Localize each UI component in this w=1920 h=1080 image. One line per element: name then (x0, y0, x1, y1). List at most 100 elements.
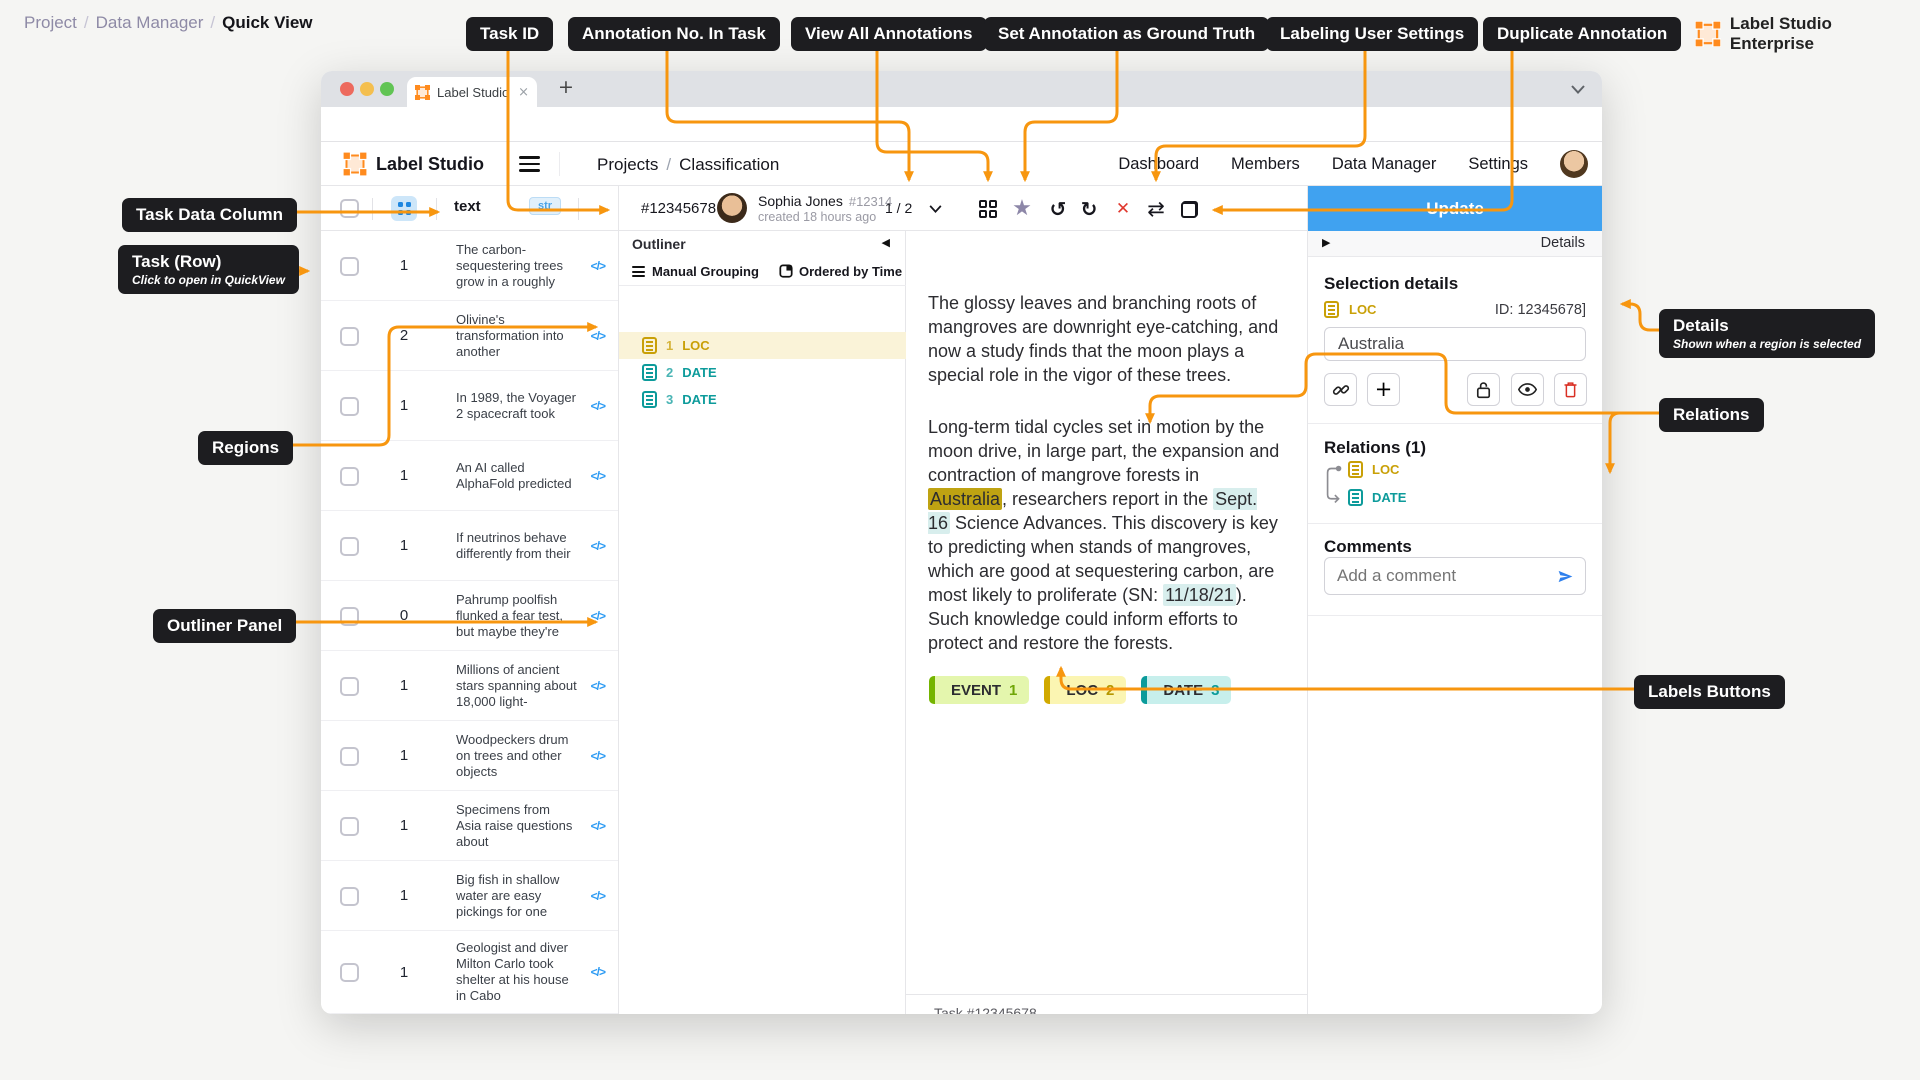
outliner-toolbar: Manual Grouping Ordered by Time (619, 256, 906, 286)
row-checkbox[interactable] (340, 607, 359, 626)
lock-region-button[interactable] (1467, 373, 1500, 406)
hamburger-menu-icon[interactable] (519, 156, 540, 172)
row-checkbox[interactable] (340, 747, 359, 766)
link-region-button[interactable] (1324, 373, 1357, 406)
comment-box[interactable] (1324, 557, 1586, 595)
callout-task-id: Task ID (466, 17, 553, 51)
row-checkbox[interactable] (340, 397, 359, 416)
add-relation-button[interactable]: + (1367, 373, 1400, 406)
window-zoom-button[interactable] (380, 82, 394, 96)
tab-strip-chevron-down-icon[interactable] (1571, 85, 1585, 94)
tab-close-icon[interactable]: × (518, 86, 529, 99)
label-button-event[interactable]: EVENT 1 (929, 676, 1029, 704)
connector-relations-branch (1610, 413, 1620, 472)
ordering-selector[interactable]: Ordered by Time (799, 264, 902, 279)
send-comment-icon[interactable] (1558, 568, 1573, 585)
table-row[interactable]: 0 Pahrump poolfish flunked a fear test, … (321, 581, 618, 651)
callout-duplicate-annotation: Duplicate Annotation (1483, 17, 1681, 51)
select-all-checkbox[interactable] (340, 199, 359, 218)
table-row[interactable]: 1 Woodpeckers drum on trees and other ob… (321, 721, 618, 791)
nav-item-members[interactable]: Members (1231, 155, 1300, 174)
table-row[interactable]: 1 In 1989, the Voyager 2 spacecraft took… (321, 371, 618, 441)
comments-title: Comments (1324, 537, 1412, 557)
swap-arrows-icon[interactable]: ⇄ (1144, 197, 1168, 221)
label-studio-logo-icon (343, 152, 367, 176)
details-expand-icon[interactable]: ▶ (1322, 237, 1330, 248)
label-button-date[interactable]: DATE 3 (1141, 676, 1231, 704)
row-checkbox[interactable] (340, 677, 359, 696)
row-checkbox[interactable] (340, 963, 359, 982)
annotation-pager-chevron-down-icon[interactable] (929, 205, 942, 213)
row-checkbox[interactable] (340, 887, 359, 906)
text-column-header[interactable]: text (454, 198, 481, 215)
annotations-column-icon[interactable] (391, 196, 417, 221)
selected-region-id: ID: 12345678] (1495, 302, 1586, 318)
region-item-loc[interactable]: 1 LOC (619, 332, 906, 359)
app-nav: Dashboard Members Data Manager Settings (1118, 142, 1588, 186)
browser-tab[interactable]: Label Studio × (407, 77, 537, 107)
app-breadcrumb-projects[interactable]: Projects (597, 155, 658, 174)
callout-labels-buttons: Labels Buttons (1634, 675, 1785, 709)
reject-x-icon[interactable]: ✕ (1111, 197, 1135, 221)
breadcrumb-project[interactable]: Project (24, 13, 77, 32)
row-checkbox[interactable] (340, 817, 359, 836)
row-text: Geologist and diver Milton Carlo took sh… (456, 940, 578, 1004)
undo-icon[interactable]: ↺ (1046, 197, 1070, 221)
window-close-button[interactable] (340, 82, 354, 96)
nav-item-settings[interactable]: Settings (1468, 155, 1528, 174)
hide-region-button[interactable] (1511, 373, 1544, 406)
row-checkbox[interactable] (340, 537, 359, 556)
nav-item-data-manager[interactable]: Data Manager (1332, 155, 1437, 174)
task-footer-label: Task #12345678 (934, 1005, 1037, 1014)
breadcrumb-data-manager[interactable]: Data Manager (96, 13, 204, 32)
new-tab-icon[interactable]: + (558, 78, 574, 97)
table-row[interactable]: 1 An AI called AlphaFold predicted </> (321, 441, 618, 511)
user-avatar[interactable] (1560, 150, 1588, 178)
region-icon (1324, 301, 1339, 318)
comment-input[interactable] (1337, 566, 1558, 586)
row-checkbox[interactable] (340, 257, 359, 276)
table-row[interactable]: 1 Geologist and diver Milton Carlo took … (321, 931, 618, 1014)
region-icon (642, 337, 657, 354)
region-icon (1348, 489, 1363, 506)
outliner-collapse-icon[interactable]: ◀ (882, 237, 890, 248)
app-brand[interactable]: Label Studio (376, 154, 484, 175)
table-row[interactable]: 2 Olivine's transformation into another … (321, 301, 618, 371)
relation-to-item[interactable]: DATE (1348, 489, 1406, 506)
region-icon (642, 391, 657, 408)
table-row[interactable]: 1 The carbon-sequestering trees grow in … (321, 231, 618, 301)
row-annotation-count: 0 (387, 581, 421, 651)
grouping-selector[interactable]: Manual Grouping (652, 264, 759, 279)
ground-truth-star-icon[interactable]: ★ (1010, 197, 1034, 221)
table-row[interactable]: 1 Specimens from Asia raise questions ab… (321, 791, 618, 861)
region-item-date[interactable]: 2 DATE (619, 359, 906, 386)
browser-window: Label Studio × + ← → ↻ app.heartex.com/p… (321, 71, 1602, 1014)
duplicate-annotation-icon[interactable] (1177, 197, 1201, 221)
region-item-date[interactable]: 3 DATE (619, 386, 906, 413)
code-icon: </> (591, 679, 605, 693)
relation-from-item[interactable]: LOC (1348, 461, 1399, 478)
redo-icon[interactable]: ↻ (1077, 197, 1101, 221)
delete-region-button[interactable] (1554, 373, 1587, 406)
row-checkbox[interactable] (340, 467, 359, 486)
row-text: The carbon-sequestering trees grow in a … (456, 242, 578, 290)
date-region-highlight[interactable]: 11/18/21 (1163, 584, 1236, 606)
label-button-loc[interactable]: LOC 2 (1044, 676, 1126, 704)
table-row[interactable]: 1 Big fish in shallow water are easy pic… (321, 861, 618, 931)
view-all-annotations-grid-icon[interactable] (976, 197, 1000, 221)
region-label: DATE (682, 392, 716, 407)
table-row[interactable]: 1 If neutrinos behave differently from t… (321, 511, 618, 581)
tab-favicon-icon (415, 85, 430, 100)
window-minimize-button[interactable] (360, 82, 374, 96)
table-row[interactable]: 1 Millions of ancient stars spanning abo… (321, 651, 618, 721)
document-view: The glossy leaves and branching roots of… (906, 231, 1308, 1014)
code-icon: </> (591, 259, 605, 273)
row-annotation-count: 1 (387, 511, 421, 581)
nav-item-dashboard[interactable]: Dashboard (1118, 155, 1199, 174)
region-text-field[interactable]: Australia (1324, 327, 1586, 361)
loc-region-highlight[interactable]: Australia (928, 488, 1002, 510)
row-annotation-count: 1 (387, 861, 421, 931)
row-text: Pahrump poolfish flunked a fear test, bu… (456, 592, 578, 640)
row-checkbox[interactable] (340, 327, 359, 346)
update-button[interactable]: Update (1308, 186, 1602, 231)
